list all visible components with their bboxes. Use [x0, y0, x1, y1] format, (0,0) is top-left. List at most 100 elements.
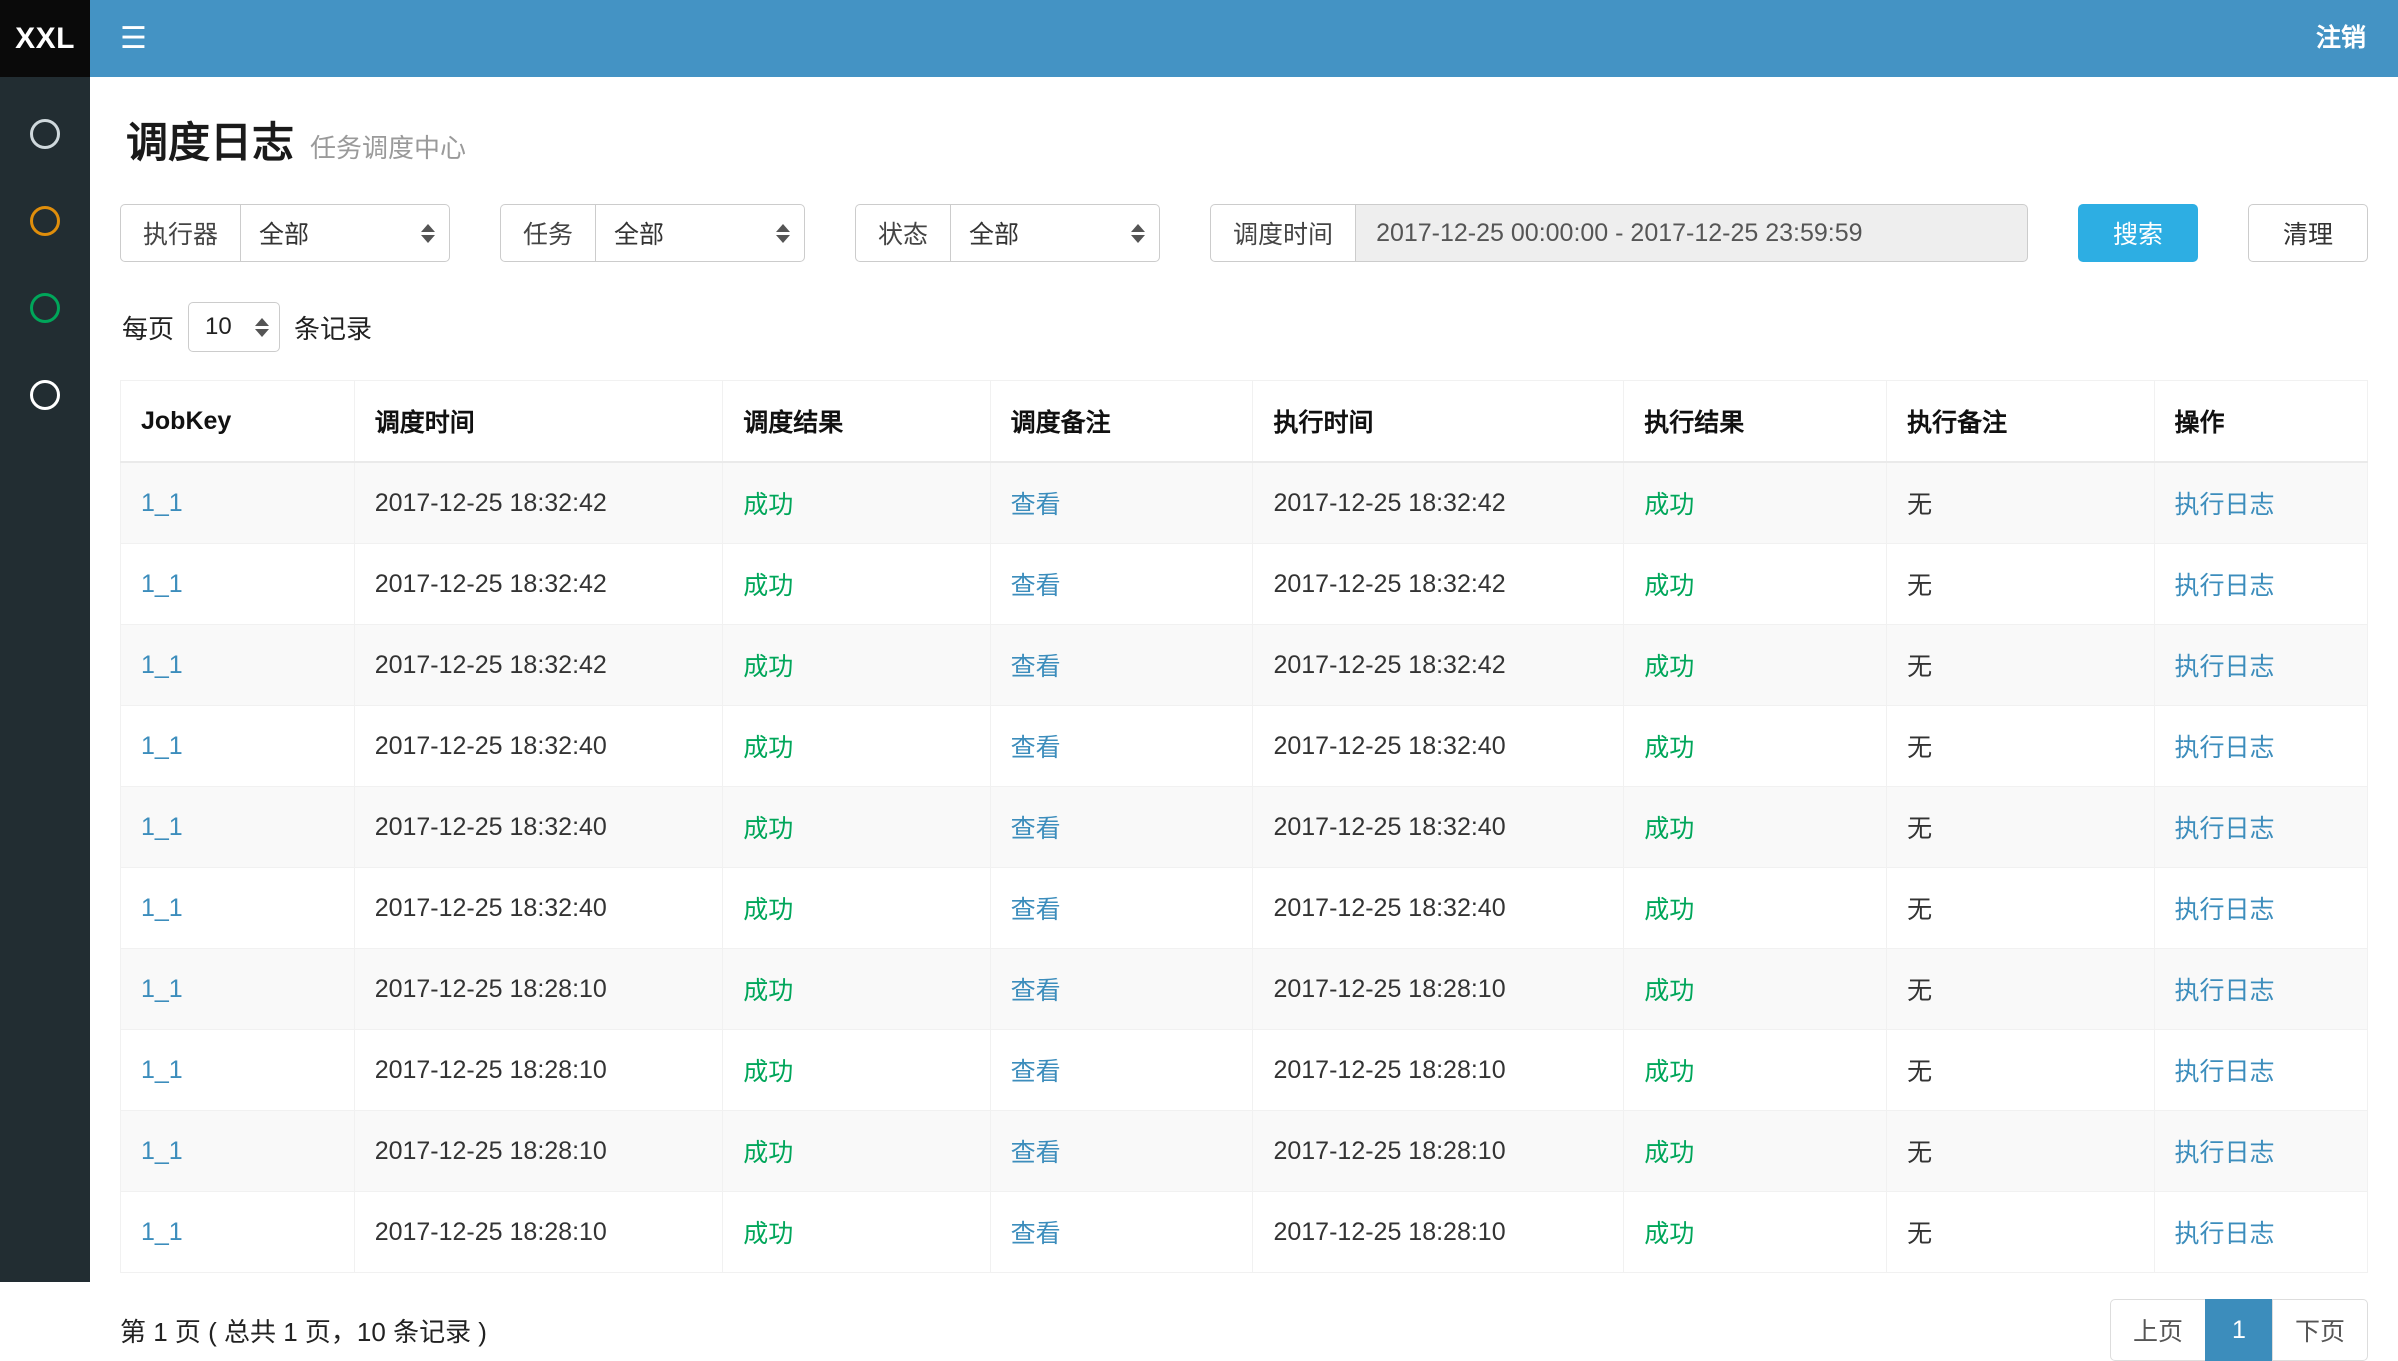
pagination-prev-button[interactable]: 上页 [2110, 1299, 2206, 1361]
col-header-trigger-msg: 调度备注 [990, 381, 1253, 463]
trigger-result-text: 成功 [723, 787, 990, 868]
page-subtitle: 任务调度中心 [310, 128, 466, 165]
action-cell: 执行日志 [2154, 544, 2368, 625]
jobkey-link[interactable]: 1_1 [141, 1137, 183, 1165]
view-trigger-msg-link[interactable]: 查看 [1011, 491, 1061, 519]
jobkey-cell: 1_1 [121, 1111, 355, 1192]
jobkey-cell: 1_1 [121, 462, 355, 544]
col-header-handle-msg: 执行备注 [1887, 381, 2154, 463]
view-trigger-msg-link[interactable]: 查看 [1011, 1058, 1061, 1086]
view-trigger-msg-link[interactable]: 查看 [1011, 653, 1061, 681]
sidebar-menu-circle-icon[interactable] [30, 206, 60, 236]
trigger-time-cell: 2017-12-25 18:32:42 [354, 544, 723, 625]
handle-time-cell: 2017-12-25 18:28:10 [1253, 1111, 1624, 1192]
jobkey-cell: 1_1 [121, 787, 355, 868]
page-size-row: 每页 10 条记录 [122, 302, 2368, 352]
col-header-handle-result: 执行结果 [1624, 381, 1887, 463]
main-content: 调度日志 任务调度中心 执行器 全部 任务 全部 状态 全部 [90, 77, 2398, 1282]
table-row: 1_1 2017-12-25 18:28:10 成功 查看 2017-12-25… [121, 1192, 2368, 1273]
jobkey-link[interactable]: 1_1 [141, 651, 183, 679]
exec-log-link[interactable]: 执行日志 [2175, 491, 2275, 519]
trigger-time-filter-group: 调度时间 [1210, 204, 2028, 262]
table-row: 1_1 2017-12-25 18:32:40 成功 查看 2017-12-25… [121, 706, 2368, 787]
sidebar-menu-circle-icon[interactable] [30, 119, 60, 149]
handle-msg-cell: 无 [1887, 462, 2154, 544]
table-row: 1_1 2017-12-25 18:32:42 成功 查看 2017-12-25… [121, 544, 2368, 625]
handle-msg-cell: 无 [1887, 787, 2154, 868]
action-cell: 执行日志 [2154, 1030, 2368, 1111]
trigger-msg-cell: 查看 [990, 1111, 1253, 1192]
view-trigger-msg-link[interactable]: 查看 [1011, 1139, 1061, 1167]
view-trigger-msg-link[interactable]: 查看 [1011, 896, 1061, 924]
handle-result-text: 成功 [1624, 1030, 1887, 1111]
page-size-prefix-label: 每页 [122, 309, 174, 346]
job-filter-group: 任务 全部 [500, 204, 805, 262]
handle-msg-cell: 无 [1887, 1030, 2154, 1111]
action-cell: 执行日志 [2154, 1111, 2368, 1192]
sidebar-menu-circle-icon[interactable] [30, 293, 60, 323]
app-logo[interactable]: XXL [0, 0, 90, 77]
log-table-body: 1_1 2017-12-25 18:32:42 成功 查看 2017-12-25… [121, 462, 2368, 1273]
col-header-trigger-result: 调度结果 [723, 381, 990, 463]
select-stepper-icon [776, 224, 790, 243]
handle-result-text: 成功 [1624, 1111, 1887, 1192]
status-select[interactable]: 全部 [950, 204, 1160, 262]
handle-result-text: 成功 [1624, 868, 1887, 949]
handle-time-cell: 2017-12-25 18:32:40 [1253, 868, 1624, 949]
action-cell: 执行日志 [2154, 787, 2368, 868]
sidebar [0, 77, 90, 1282]
job-select[interactable]: 全部 [595, 204, 805, 262]
sidebar-menu-circle-icon[interactable] [30, 380, 60, 410]
exec-log-link[interactable]: 执行日志 [2175, 977, 2275, 1005]
view-trigger-msg-link[interactable]: 查看 [1011, 1220, 1061, 1248]
trigger-time-cell: 2017-12-25 18:32:40 [354, 706, 723, 787]
trigger-time-range-input[interactable] [1355, 204, 2028, 262]
filter-bar: 执行器 全部 任务 全部 状态 全部 调度时间 搜索 清理 [120, 204, 2368, 262]
pagination-next-button[interactable]: 下页 [2272, 1299, 2368, 1361]
exec-log-link[interactable]: 执行日志 [2175, 1220, 2275, 1248]
view-trigger-msg-link[interactable]: 查看 [1011, 734, 1061, 762]
trigger-time-cell: 2017-12-25 18:28:10 [354, 1030, 723, 1111]
page-size-value: 10 [205, 313, 247, 341]
trigger-time-cell: 2017-12-25 18:32:42 [354, 462, 723, 544]
view-trigger-msg-link[interactable]: 查看 [1011, 572, 1061, 600]
select-stepper-icon [255, 318, 269, 337]
jobkey-link[interactable]: 1_1 [141, 813, 183, 841]
jobkey-link[interactable]: 1_1 [141, 1218, 183, 1246]
executor-select[interactable]: 全部 [240, 204, 450, 262]
table-row: 1_1 2017-12-25 18:32:40 成功 查看 2017-12-25… [121, 868, 2368, 949]
handle-msg-cell: 无 [1887, 868, 2154, 949]
sidebar-toggle-hamburger-icon[interactable]: ☰ [90, 0, 177, 77]
search-button[interactable]: 搜索 [2078, 204, 2198, 262]
navbar: ☰ 注销 [90, 0, 2398, 77]
handle-time-cell: 2017-12-25 18:28:10 [1253, 1030, 1624, 1111]
jobkey-link[interactable]: 1_1 [141, 1056, 183, 1084]
jobkey-link[interactable]: 1_1 [141, 894, 183, 922]
jobkey-link[interactable]: 1_1 [141, 570, 183, 598]
exec-log-link[interactable]: 执行日志 [2175, 1139, 2275, 1167]
executor-filter-group: 执行器 全部 [120, 204, 450, 262]
table-row: 1_1 2017-12-25 18:32:42 成功 查看 2017-12-25… [121, 625, 2368, 706]
clear-button[interactable]: 清理 [2248, 204, 2368, 262]
jobkey-link[interactable]: 1_1 [141, 975, 183, 1003]
jobkey-link[interactable]: 1_1 [141, 489, 183, 517]
exec-log-link[interactable]: 执行日志 [2175, 896, 2275, 924]
page-size-select[interactable]: 10 [188, 302, 280, 352]
view-trigger-msg-link[interactable]: 查看 [1011, 815, 1061, 843]
handle-time-cell: 2017-12-25 18:32:40 [1253, 706, 1624, 787]
trigger-result-text: 成功 [723, 1030, 990, 1111]
exec-log-link[interactable]: 执行日志 [2175, 734, 2275, 762]
pagination-page-1-button[interactable]: 1 [2205, 1299, 2273, 1361]
trigger-time-cell: 2017-12-25 18:32:40 [354, 868, 723, 949]
executor-filter-label: 执行器 [120, 204, 240, 262]
jobkey-link[interactable]: 1_1 [141, 732, 183, 760]
table-row: 1_1 2017-12-25 18:28:10 成功 查看 2017-12-25… [121, 1030, 2368, 1111]
exec-log-link[interactable]: 执行日志 [2175, 815, 2275, 843]
logout-link[interactable]: 注销 [2284, 0, 2398, 77]
exec-log-link[interactable]: 执行日志 [2175, 572, 2275, 600]
view-trigger-msg-link[interactable]: 查看 [1011, 977, 1061, 1005]
exec-log-link[interactable]: 执行日志 [2175, 653, 2275, 681]
trigger-result-text: 成功 [723, 625, 990, 706]
trigger-time-cell: 2017-12-25 18:28:10 [354, 1192, 723, 1273]
exec-log-link[interactable]: 执行日志 [2175, 1058, 2275, 1086]
